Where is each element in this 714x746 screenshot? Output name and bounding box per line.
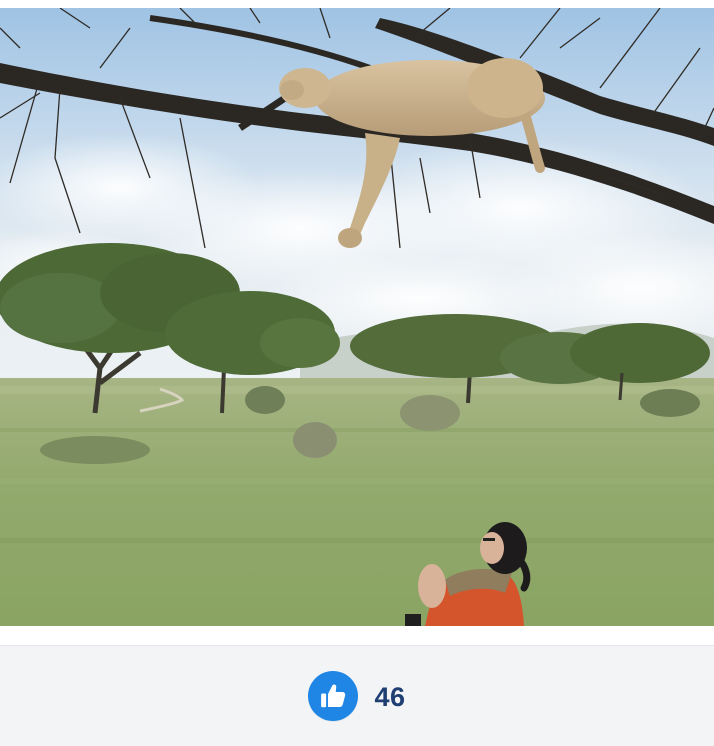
photo-illustration (0, 8, 714, 626)
thumbs-up-icon (321, 684, 346, 708)
like-button[interactable] (308, 671, 359, 721)
like-count: 46 (374, 681, 406, 712)
reaction-bar: 46 (0, 646, 714, 746)
post-photo[interactable] (0, 8, 714, 626)
post-card: 46 (0, 0, 714, 746)
